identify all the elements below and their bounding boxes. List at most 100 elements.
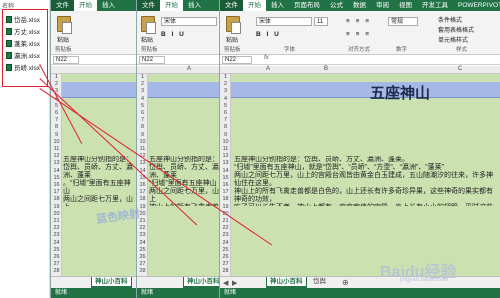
row-number[interactable]: 3 — [220, 88, 231, 94]
row-number[interactable]: 23 — [51, 232, 62, 238]
row-number[interactable]: 27 — [51, 261, 62, 267]
tab-review[interactable]: 审阅 — [371, 0, 394, 11]
row-number[interactable]: 21 — [51, 218, 62, 224]
sheet-nav-right-icon[interactable]: ▶ — [232, 279, 237, 287]
col-c-label[interactable]: C — [458, 66, 462, 72]
row-number[interactable]: 13 — [220, 160, 231, 166]
col-b-label[interactable]: B — [324, 66, 328, 72]
table-format-button[interactable]: 套用表格格式 — [438, 25, 474, 34]
row-number[interactable]: 27 — [137, 261, 148, 267]
row-number[interactable]: 17 — [51, 189, 62, 195]
paste-icon[interactable] — [141, 16, 156, 34]
row-number[interactable]: 7 — [51, 117, 62, 123]
row-number[interactable]: 11 — [51, 146, 62, 152]
fx-icon[interactable]: fx — [264, 55, 269, 61]
row-number[interactable]: 1 — [137, 74, 148, 80]
sheet-nav-left-icon[interactable]: ◀ — [223, 279, 228, 287]
row-number[interactable]: 11 — [137, 146, 148, 152]
row-number[interactable]: 14 — [51, 168, 62, 174]
col-a-label[interactable]: A — [266, 66, 270, 72]
row-number[interactable]: 1 — [220, 74, 231, 80]
row-number[interactable]: 10 — [137, 139, 148, 145]
tab-home[interactable]: 开始 — [243, 0, 266, 11]
row-number[interactable]: 11 — [220, 146, 231, 152]
name-box[interactable]: N22 — [222, 56, 252, 64]
row-number[interactable]: 24 — [51, 240, 62, 246]
row-number[interactable]: 10 — [51, 139, 62, 145]
tab-home[interactable]: 开始 — [160, 0, 183, 11]
row-number[interactable]: 1 — [51, 74, 62, 80]
number-format-box[interactable]: 常规 — [388, 17, 418, 26]
row-number[interactable]: 15 — [220, 175, 231, 181]
row-number[interactable]: 26 — [51, 254, 62, 260]
row-number[interactable]: 3 — [137, 88, 148, 94]
row-number[interactable]: 18 — [51, 196, 62, 202]
row-number[interactable]: 8 — [51, 124, 62, 130]
row-number[interactable]: 6 — [220, 110, 231, 116]
cond-format-button[interactable]: 条件格式 — [438, 15, 462, 24]
tab-data[interactable]: 数据 — [348, 0, 371, 11]
row-number[interactable]: 10 — [220, 139, 231, 145]
row-number[interactable]: 19 — [220, 204, 231, 210]
row-number[interactable]: 16 — [220, 182, 231, 188]
row-number[interactable]: 22 — [51, 225, 62, 231]
row-number[interactable]: 25 — [51, 247, 62, 253]
sheet-tab-daiyu[interactable]: 岱舆 — [310, 277, 329, 288]
sheet-tab-baike[interactable]: 神山小百科 — [91, 277, 132, 288]
tab-page-layout[interactable]: 页面布局 — [289, 0, 325, 11]
row-number[interactable]: 19 — [51, 204, 62, 210]
row-number[interactable]: 12 — [51, 153, 62, 159]
row-number[interactable]: 5 — [220, 103, 231, 109]
row-number[interactable]: 15 — [51, 175, 62, 181]
bold-italic-underline[interactable]: B I U — [256, 31, 281, 38]
tab-insert[interactable]: 插入 — [266, 0, 289, 11]
row-number[interactable]: 9 — [51, 132, 62, 138]
row-number[interactable]: 27 — [220, 261, 231, 267]
tab-insert[interactable]: 插入 — [183, 0, 206, 11]
paste-icon[interactable] — [226, 16, 241, 34]
sheet-tab-baike[interactable]: 神山小百科 — [183, 277, 219, 288]
tab-insert[interactable]: 插入 — [97, 0, 120, 11]
row-number[interactable]: 23 — [137, 232, 148, 238]
tab-file[interactable]: 文件 — [220, 0, 243, 11]
row-number[interactable]: 26 — [220, 254, 231, 260]
tab-file[interactable]: 文件 — [51, 0, 74, 11]
row-number[interactable]: 28 — [51, 268, 62, 274]
row-number[interactable]: 18 — [137, 196, 148, 202]
row-number[interactable]: 28 — [220, 268, 231, 274]
tab-home[interactable]: 开始 — [74, 0, 97, 11]
row-number[interactable]: 18 — [220, 196, 231, 202]
row-number[interactable]: 8 — [220, 124, 231, 130]
row-number[interactable]: 2 — [220, 81, 231, 87]
row-number[interactable]: 5 — [137, 103, 148, 109]
row-number[interactable]: 17 — [137, 189, 148, 195]
paste-icon[interactable] — [57, 16, 72, 34]
row-number[interactable]: 24 — [137, 240, 148, 246]
tab-formulas[interactable]: 公式 — [325, 0, 348, 11]
font-name-box[interactable]: 宋体 — [161, 17, 217, 26]
add-sheet-icon[interactable]: ⊕ — [342, 278, 349, 287]
sheet-tab-baike[interactable]: 神山小百科 — [266, 277, 307, 288]
row-number[interactable]: 21 — [220, 218, 231, 224]
row-number[interactable]: 8 — [137, 124, 148, 130]
row-number[interactable]: 6 — [137, 110, 148, 116]
name-box[interactable]: N22 — [53, 56, 79, 64]
row-number[interactable]: 16 — [51, 182, 62, 188]
row-number[interactable]: 7 — [220, 117, 231, 123]
row-number[interactable]: 4 — [220, 96, 231, 102]
row-number[interactable]: 13 — [51, 160, 62, 166]
row-number[interactable]: 22 — [137, 225, 148, 231]
row-number[interactable]: 7 — [137, 117, 148, 123]
row-number[interactable]: 6 — [51, 110, 62, 116]
row-number[interactable]: 23 — [220, 232, 231, 238]
align-buttons[interactable]: ≡ ≡ ≡ — [346, 18, 371, 25]
bold-italic-underline[interactable]: B I U — [161, 31, 186, 38]
row-number[interactable]: 12 — [220, 153, 231, 159]
row-number[interactable]: 9 — [220, 132, 231, 138]
row-number[interactable]: 14 — [220, 168, 231, 174]
row-number[interactable]: 4 — [137, 96, 148, 102]
tab-developer[interactable]: 开发工具 — [417, 0, 453, 11]
col-a-label[interactable]: A — [187, 66, 191, 72]
row-number[interactable]: 22 — [220, 225, 231, 231]
row-number[interactable]: 17 — [220, 189, 231, 195]
